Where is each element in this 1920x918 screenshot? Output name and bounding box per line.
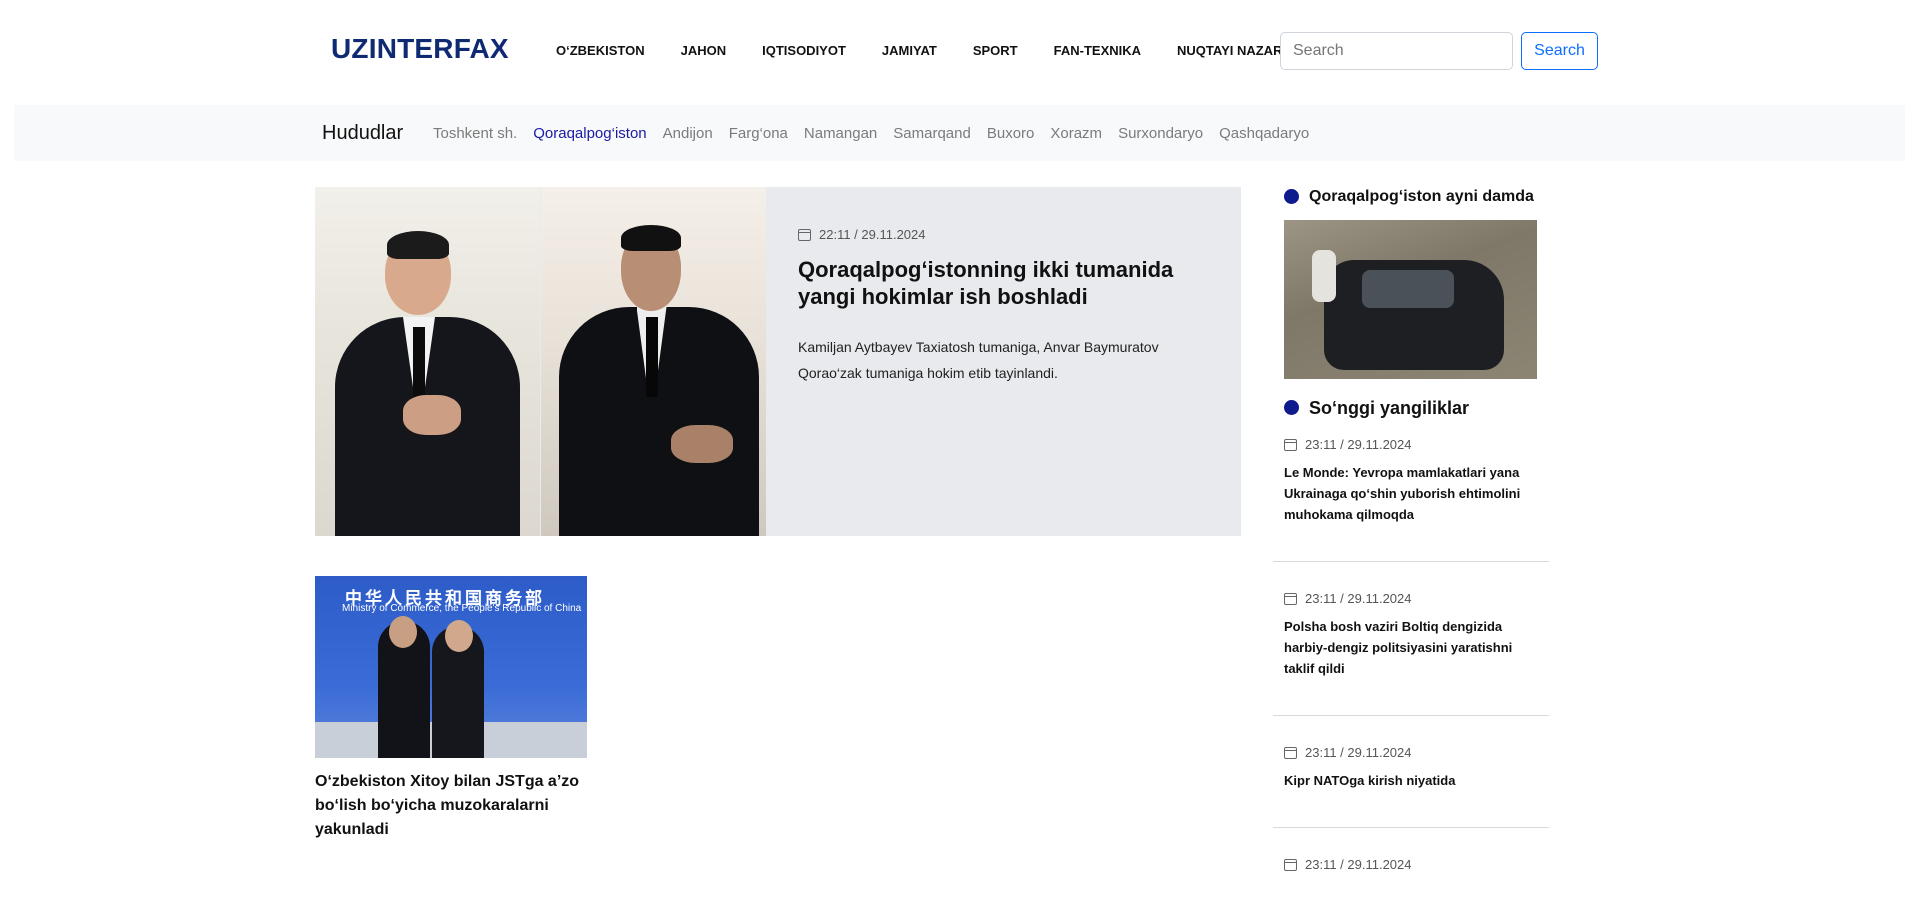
news-item[interactable]: 23:11 / 29.11.2024 — [1273, 828, 1549, 918]
featured-article-description: Kamiljan Aytbayev Taxiatosh tumaniga, An… — [798, 339, 1159, 381]
latest-news-title: So‘nggi yangiliklar — [1309, 398, 1470, 418]
regions-bar: Hududlar Toshkent sh. Qoraqalpog‘iston A… — [14, 105, 1905, 161]
circle-bullet-icon — [1284, 400, 1299, 415]
featured-article-title[interactable]: Qoraqalpog‘istonning ikki tumanida yangi… — [798, 256, 1208, 310]
sidebar-section-regional: Qoraqalpog‘iston ayni damda — [1273, 185, 1549, 209]
news-item[interactable]: 23:11 / 29.11.2024 Le Monde: Yevropa mam… — [1273, 420, 1549, 562]
region-samarqand[interactable]: Samarqand — [893, 125, 971, 142]
featured-article-text: 22:11 / 29.11.2024 Qoraqalpog‘istonning … — [798, 227, 1208, 386]
article-meta: 22:11 / 29.11.2024 — [798, 227, 1208, 242]
nav-item-nuqtayi-nazar[interactable]: NUQTAYI NAZAR — [1177, 43, 1282, 58]
region-surxondaryo[interactable]: Surxondaryo — [1118, 125, 1203, 142]
regional-news-image[interactable] — [1284, 220, 1537, 379]
main-nav: O‘ZBEKISTON JAHON IQTISODIYOT JAMIYAT SP… — [556, 43, 1282, 58]
nav-item-ozbekiston[interactable]: O‘ZBEKISTON — [556, 43, 645, 58]
region-namangan[interactable]: Namangan — [804, 125, 877, 142]
news-time: 23:11 / 29.11.2024 — [1305, 857, 1412, 872]
calendar-icon — [1284, 592, 1297, 605]
article-card-title[interactable]: O‘zbekiston Xitoy bilan JSTga a’zo bo‘li… — [315, 770, 587, 842]
news-title[interactable]: Kipr NATOga kirish niyatida — [1284, 770, 1538, 791]
news-title[interactable]: Le Monde: Yevropa mamlakatlari yana Ukra… — [1284, 462, 1538, 525]
news-meta: 23:11 / 29.11.2024 — [1284, 437, 1538, 452]
nav-item-jamiyat[interactable]: JAMIYAT — [882, 43, 937, 58]
news-meta: 23:11 / 29.11.2024 — [1284, 591, 1538, 606]
news-item[interactable]: 23:11 / 29.11.2024 Polsha bosh vaziri Bo… — [1273, 562, 1549, 716]
nav-item-sport[interactable]: SPORT — [973, 43, 1018, 58]
article-card[interactable]: 中华人民共和国商务部 Ministry of Commerce, the Peo… — [315, 576, 587, 842]
circle-bullet-icon — [1284, 189, 1299, 204]
site-header: UZINTERFAX O‘ZBEKISTON JAHON IQTISODIYOT… — [0, 0, 1905, 104]
news-time: 23:11 / 29.11.2024 — [1305, 745, 1412, 760]
regions-list: Toshkent sh. Qoraqalpog‘iston Andijon Fa… — [433, 125, 1325, 142]
sidebar-section-title[interactable]: Qoraqalpog‘iston ayni damda — [1309, 185, 1534, 209]
sidebar-section-latest: So‘nggi yangiliklar — [1273, 396, 1549, 420]
calendar-icon — [1284, 746, 1297, 759]
region-qashqadaryo[interactable]: Qashqadaryo — [1219, 125, 1309, 142]
featured-article-image[interactable] — [315, 187, 766, 536]
region-buxoro[interactable]: Buxoro — [987, 125, 1035, 142]
region-fargona[interactable]: Farg‘ona — [729, 125, 788, 142]
calendar-icon — [1284, 858, 1297, 871]
calendar-icon — [1284, 438, 1297, 451]
news-meta: 23:11 / 29.11.2024 — [1284, 745, 1538, 760]
region-xorazm[interactable]: Xorazm — [1050, 125, 1102, 142]
image-banner-en: Ministry of Commerce, the People's Repub… — [342, 603, 582, 614]
news-time: 23:11 / 29.11.2024 — [1305, 591, 1412, 606]
news-time: 23:11 / 29.11.2024 — [1305, 437, 1412, 452]
article-time: 22:11 / 29.11.2024 — [819, 227, 926, 242]
region-qoraqalpogiston[interactable]: Qoraqalpog‘iston — [533, 125, 646, 142]
calendar-icon — [798, 228, 811, 241]
region-andijon[interactable]: Andijon — [663, 125, 713, 142]
news-item[interactable]: 23:11 / 29.11.2024 Kipr NATOga kirish ni… — [1273, 716, 1549, 828]
news-meta: 23:11 / 29.11.2024 — [1284, 857, 1538, 872]
sidebar: Qoraqalpog‘iston ayni damda So‘nggi yang… — [1273, 185, 1549, 918]
featured-article[interactable]: 22:11 / 29.11.2024 Qoraqalpog‘istonning … — [315, 187, 1241, 536]
search-button[interactable]: Search — [1521, 32, 1598, 70]
nav-item-iqtisodiyot[interactable]: IQTISODIYOT — [762, 43, 846, 58]
region-toshkent[interactable]: Toshkent sh. — [433, 125, 517, 142]
photo-left-official — [315, 187, 540, 536]
nav-item-fan-texnika[interactable]: FAN-TEXNIKA — [1054, 43, 1141, 58]
site-logo[interactable]: UZINTERFAX — [331, 33, 509, 65]
regions-title: Hududlar — [322, 122, 404, 144]
photo-right-official — [540, 187, 766, 536]
article-card-image[interactable]: 中华人民共和国商务部 Ministry of Commerce, the Peo… — [315, 576, 587, 758]
nav-item-jahon[interactable]: JAHON — [681, 43, 727, 58]
search-input[interactable] — [1280, 32, 1513, 70]
news-title[interactable]: Polsha bosh vaziri Boltiq dengizida harb… — [1284, 616, 1538, 679]
